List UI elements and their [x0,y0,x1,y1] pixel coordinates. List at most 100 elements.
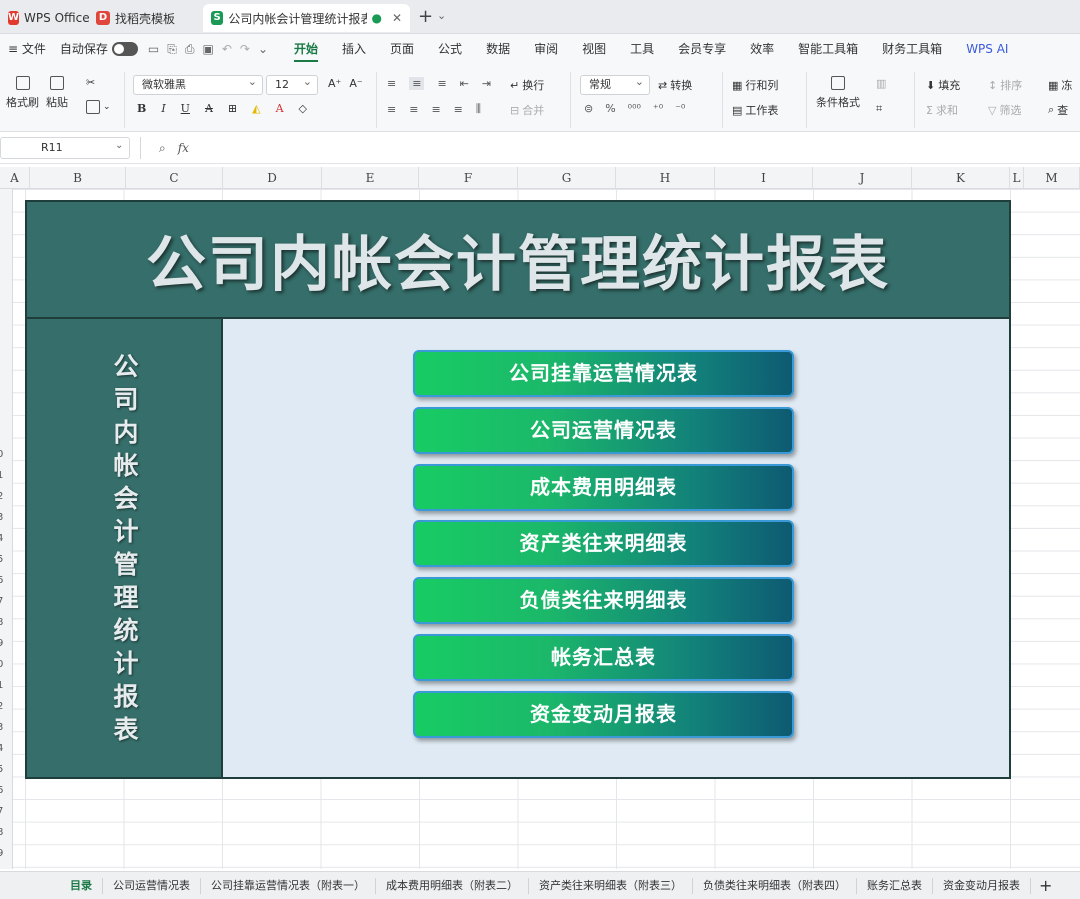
nav-button-affiliated-operations[interactable]: 公司挂靠运营情况表 [413,350,794,397]
clear-format-icon[interactable]: ◇ [299,102,307,115]
filter-button[interactable]: ▽ 筛选 [988,102,1021,118]
redo-icon[interactable]: ↷ [240,42,250,56]
thousands-icon[interactable]: ⁰⁰⁰ [628,102,641,115]
formula-input[interactable]: ⌕ fx [140,137,1080,159]
sheet-tab[interactable]: 成本费用明细表（附表二） [376,877,529,894]
border-icon[interactable]: ⊞ [228,102,237,115]
chevron-down-icon[interactable]: ⌄ [115,140,123,151]
row-header[interactable]: 7 [0,596,3,607]
menu-review[interactable]: 审阅 [522,34,570,64]
export-pdf-icon[interactable]: ⎘ [167,42,177,57]
cell-style-button[interactable]: ⌗ [876,102,882,116]
name-box[interactable]: R11 [0,137,130,159]
align-left-icon[interactable]: ≡ [387,103,396,116]
menu-view[interactable]: 视图 [570,34,618,64]
sheet-tab[interactable]: 账务汇总表 [857,877,933,894]
sheet-tab[interactable]: 公司运营情况表 [103,877,201,894]
autosave-toggle[interactable] [111,42,138,56]
sheet-tab[interactable]: 负债类往来明细表（附表四） [693,877,857,894]
column-header[interactable]: F [419,167,518,189]
fill-button[interactable]: ⬇ 填充 [926,77,960,93]
row-header[interactable]: 3 [0,512,3,523]
tab-current-workbook[interactable]: S 公司内帐会计管理统计报表.xl ● ✕ [203,4,410,32]
row-header[interactable]: 4 [0,533,3,544]
menu-page[interactable]: 页面 [378,34,426,64]
tab-wps-office[interactable]: W WPS Office [0,4,90,32]
merge-button[interactable]: ⊟ 合并 [510,102,544,118]
menu-formula[interactable]: 公式 [426,34,474,64]
row-header[interactable]: 7 [0,806,3,817]
menu-efficiency[interactable]: 效率 [738,34,786,64]
nav-button-fund-change[interactable]: 资金变动月报表 [413,691,794,738]
freeze-button[interactable]: ▦ 冻 [1048,77,1072,93]
wrap-text-button[interactable]: ↵ 换行 [510,77,544,93]
decrease-decimal-icon[interactable]: ⁻⁰ [675,102,685,115]
underline-icon[interactable]: U [181,102,190,115]
column-header[interactable]: B [30,167,126,189]
row-header[interactable]: 6 [0,785,3,796]
save-icon[interactable]: ▭ [148,42,159,56]
close-icon[interactable]: ✕ [392,11,402,25]
distribute-icon[interactable]: ⫼ [476,102,481,116]
undo-icon[interactable]: ↶ [222,42,232,56]
print-icon[interactable]: ⎙ [185,42,195,57]
row-header[interactable]: 6 [0,575,3,586]
nav-button-liability-accounts[interactable]: 负债类往来明细表 [413,577,794,624]
conditional-format-button[interactable]: 条件格式 [816,76,860,110]
row-header[interactable]: 3 [0,722,3,733]
column-header[interactable]: J [813,167,912,189]
row-header[interactable]: 8 [0,827,3,838]
row-header[interactable]: 0 [0,449,3,460]
strikethrough-icon[interactable]: A [205,102,213,115]
bold-icon[interactable]: B [137,102,146,115]
worksheet-button[interactable]: ▤ 工作表 [732,102,778,118]
increase-font-icon[interactable]: A⁺ [328,77,341,90]
column-header[interactable]: K [912,167,1010,189]
menu-data[interactable]: 数据 [474,34,522,64]
decrease-font-icon[interactable]: A⁻ [349,77,362,90]
add-sheet-button[interactable]: + [1031,876,1060,895]
row-header[interactable]: 5 [0,764,3,775]
paste-button[interactable]: 粘贴 [46,76,68,110]
row-col-button[interactable]: ▦ 行和列 [732,77,778,93]
nav-button-operations[interactable]: 公司运营情况表 [413,407,794,454]
cut-button[interactable]: ✂ [86,76,95,89]
number-format-select[interactable]: 常规 [580,73,650,95]
menu-smart-toolbox[interactable]: 智能工具箱 [786,34,870,64]
nav-button-account-summary[interactable]: 帐务汇总表 [413,634,794,681]
column-header[interactable]: D [223,167,322,189]
zoom-icon[interactable]: ⌕ [159,141,166,156]
print-preview-icon[interactable]: ▣ [202,42,213,56]
sheet-tab[interactable]: 资产类往来明细表（附表三） [529,877,693,894]
column-header[interactable]: E [322,167,419,189]
column-header[interactable]: H [616,167,715,189]
find-button[interactable]: ⌕ 查 [1048,102,1068,118]
percent-icon[interactable]: % [605,102,615,115]
sum-button[interactable]: Σ 求和 [926,102,958,118]
menu-wps-ai[interactable]: WPS AI [954,34,1020,64]
nav-button-asset-accounts[interactable]: 资产类往来明细表 [413,520,794,567]
row-header[interactable]: 5 [0,554,3,565]
more-icon[interactable]: ⌄ [258,42,268,56]
column-header[interactable]: G [518,167,616,189]
new-tab-icon[interactable]: + [418,6,433,27]
row-header[interactable]: 4 [0,743,3,754]
align-bottom-icon[interactable]: ≡ [437,77,446,90]
menu-tools[interactable]: 工具 [618,34,666,64]
align-right-icon[interactable]: ≡ [431,103,440,116]
row-header[interactable]: 2 [0,701,3,712]
sort-button[interactable]: ↕ 排序 [988,77,1022,93]
font-size-select[interactable]: 12 [266,73,318,95]
row-header[interactable]: 1 [0,470,3,481]
currency-icon[interactable]: ⊜ [584,102,593,115]
chevron-down-icon[interactable]: ⌄ [437,9,446,22]
convert-button[interactable]: ⇄ 转换 [658,77,692,93]
font-name-select[interactable]: 微软雅黑 [133,73,263,95]
italic-icon[interactable]: I [161,102,165,115]
column-header[interactable]: A [0,167,30,189]
nav-button-cost-expense[interactable]: 成本费用明细表 [413,464,794,511]
justify-icon[interactable]: ≡ [454,103,463,116]
row-header[interactable]: 8 [0,617,3,628]
row-header[interactable]: 0 [0,659,3,670]
sheet-tab[interactable]: 公司挂靠运营情况表（附表一） [201,877,376,894]
